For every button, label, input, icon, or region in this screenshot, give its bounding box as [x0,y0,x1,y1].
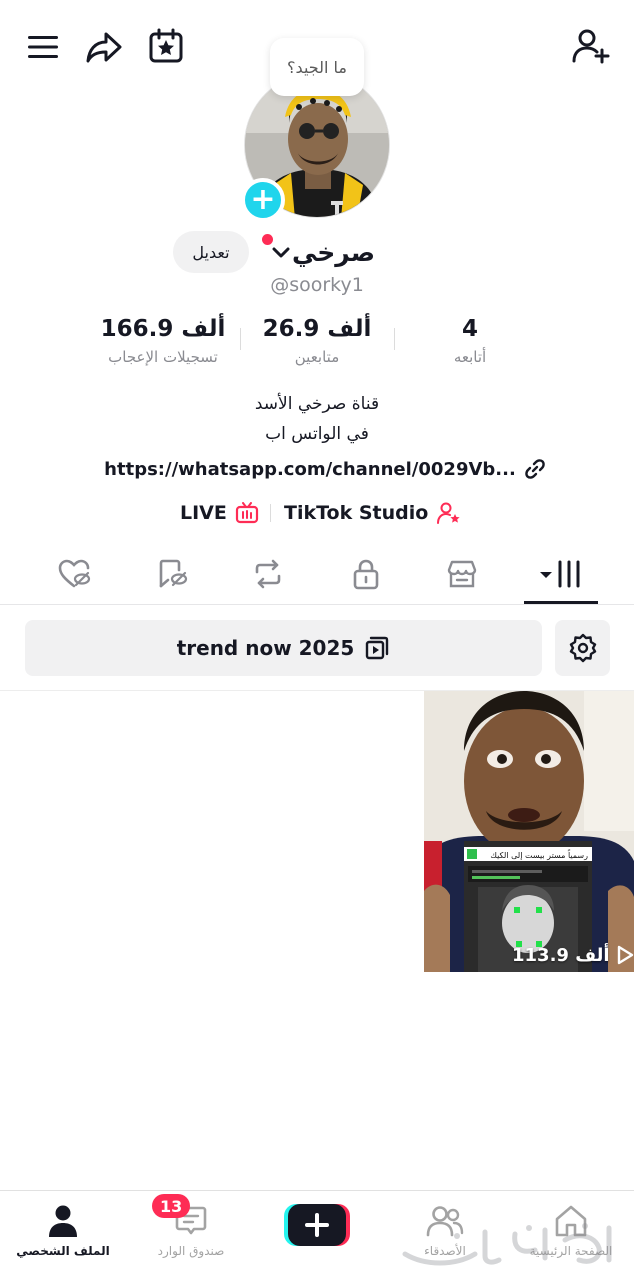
nav-profile[interactable]: الملف الشخصي [8,1198,118,1262]
live-tv-icon [235,502,258,524]
tab-liked[interactable] [44,552,104,596]
followers-label: متابعين [294,348,340,366]
chevron-down-icon[interactable] [270,244,292,262]
divider [270,504,271,522]
inbox-badge: 13 [152,1194,191,1218]
live-label: LIVE [180,502,227,524]
tab-favorites[interactable] [142,552,202,596]
divider [240,328,241,350]
tiktok-studio-button[interactable]: TikTok Studio [284,500,462,526]
view-count: 113.9 ألف [512,944,610,966]
link-icon [525,459,545,479]
add-friend-button[interactable] [566,24,616,68]
video-thumbnail-image: رسمياً مستر بيست إلى الكيك [424,691,634,972]
grid-dropdown-icon [540,560,580,588]
share-arrow-icon [86,32,122,63]
stat-likes[interactable]: 166.9 ألف تسجيلات الإعجاب [90,316,236,366]
following-label: أتابعه [453,348,487,366]
watermark-logo [402,1223,612,1266]
divider [394,328,395,350]
following-count: 4 [461,316,478,342]
gear-icon [569,633,596,663]
likes-count: 166.9 ألف [100,316,226,342]
nav-profile-label: الملف الشخصي [16,1244,110,1258]
nav-inbox-label: صندوق الوارد [157,1244,225,1258]
tab-store[interactable] [432,552,492,596]
lock-icon [353,559,379,590]
repost-icon [255,559,281,589]
bio-line: في الواتس اب [265,424,369,444]
stat-followers[interactable]: 26.9 ألف متابعين [252,316,382,366]
calendar-button[interactable] [144,24,188,68]
bookmark-hidden-icon [159,559,188,588]
tiktok-studio-label: TikTok Studio [284,502,429,524]
add-user-icon [572,29,610,64]
likes-label: تسجيلات الإعجاب [108,348,218,366]
status-bubble-text: ما الجيد؟ [287,57,347,77]
user-star-icon [437,502,460,524]
menu-button[interactable] [22,26,64,68]
plus-icon: + [250,182,276,217]
calendar-star-icon [149,28,183,63]
status-bubble[interactable]: ما الجيد؟ [270,38,364,96]
live-button[interactable]: LIVE [180,500,259,526]
play-icon [617,945,633,965]
tabs-divider [0,604,634,605]
stat-following[interactable]: 4 أتابعه [420,316,520,366]
create-plus-icon [284,1204,350,1246]
heart-hidden-icon [58,559,91,588]
playlist-icon [366,636,389,660]
share-button[interactable] [82,26,126,68]
display-name: صرخي [292,237,376,267]
bio-link-text: https://whatsapp.com/channel/0029Vb... [104,458,516,480]
store-icon [447,560,477,588]
tab-private[interactable] [336,552,396,596]
create-button[interactable] [284,1202,350,1248]
bio-link[interactable]: https://whatsapp.com/channel/0029Vb... [100,456,550,482]
settings-button[interactable] [555,620,610,676]
video-views: 113.9 ألف [512,944,634,966]
tab-reposts[interactable] [238,552,298,596]
hamburger-icon [28,36,58,58]
followers-count: 26.9 ألف [262,316,372,342]
tab-videos[interactable] [530,552,590,596]
playlist-button[interactable]: trend now 2025 [25,620,542,676]
video-thumbnail[interactable]: رسمياً مستر بيست إلى الكيك [424,691,634,972]
profile-icon [49,1205,77,1237]
username: @soorky1 [270,274,364,296]
edit-profile-button[interactable]: تعديل [173,231,249,273]
playlist-label: trend now 2025 [176,636,355,660]
video-caption-overlay: رسمياً مستر بيست إلى الكيك [490,849,588,861]
add-story-button[interactable]: + [241,178,285,222]
bio-line: قناة صرخي الأسد [254,394,380,414]
